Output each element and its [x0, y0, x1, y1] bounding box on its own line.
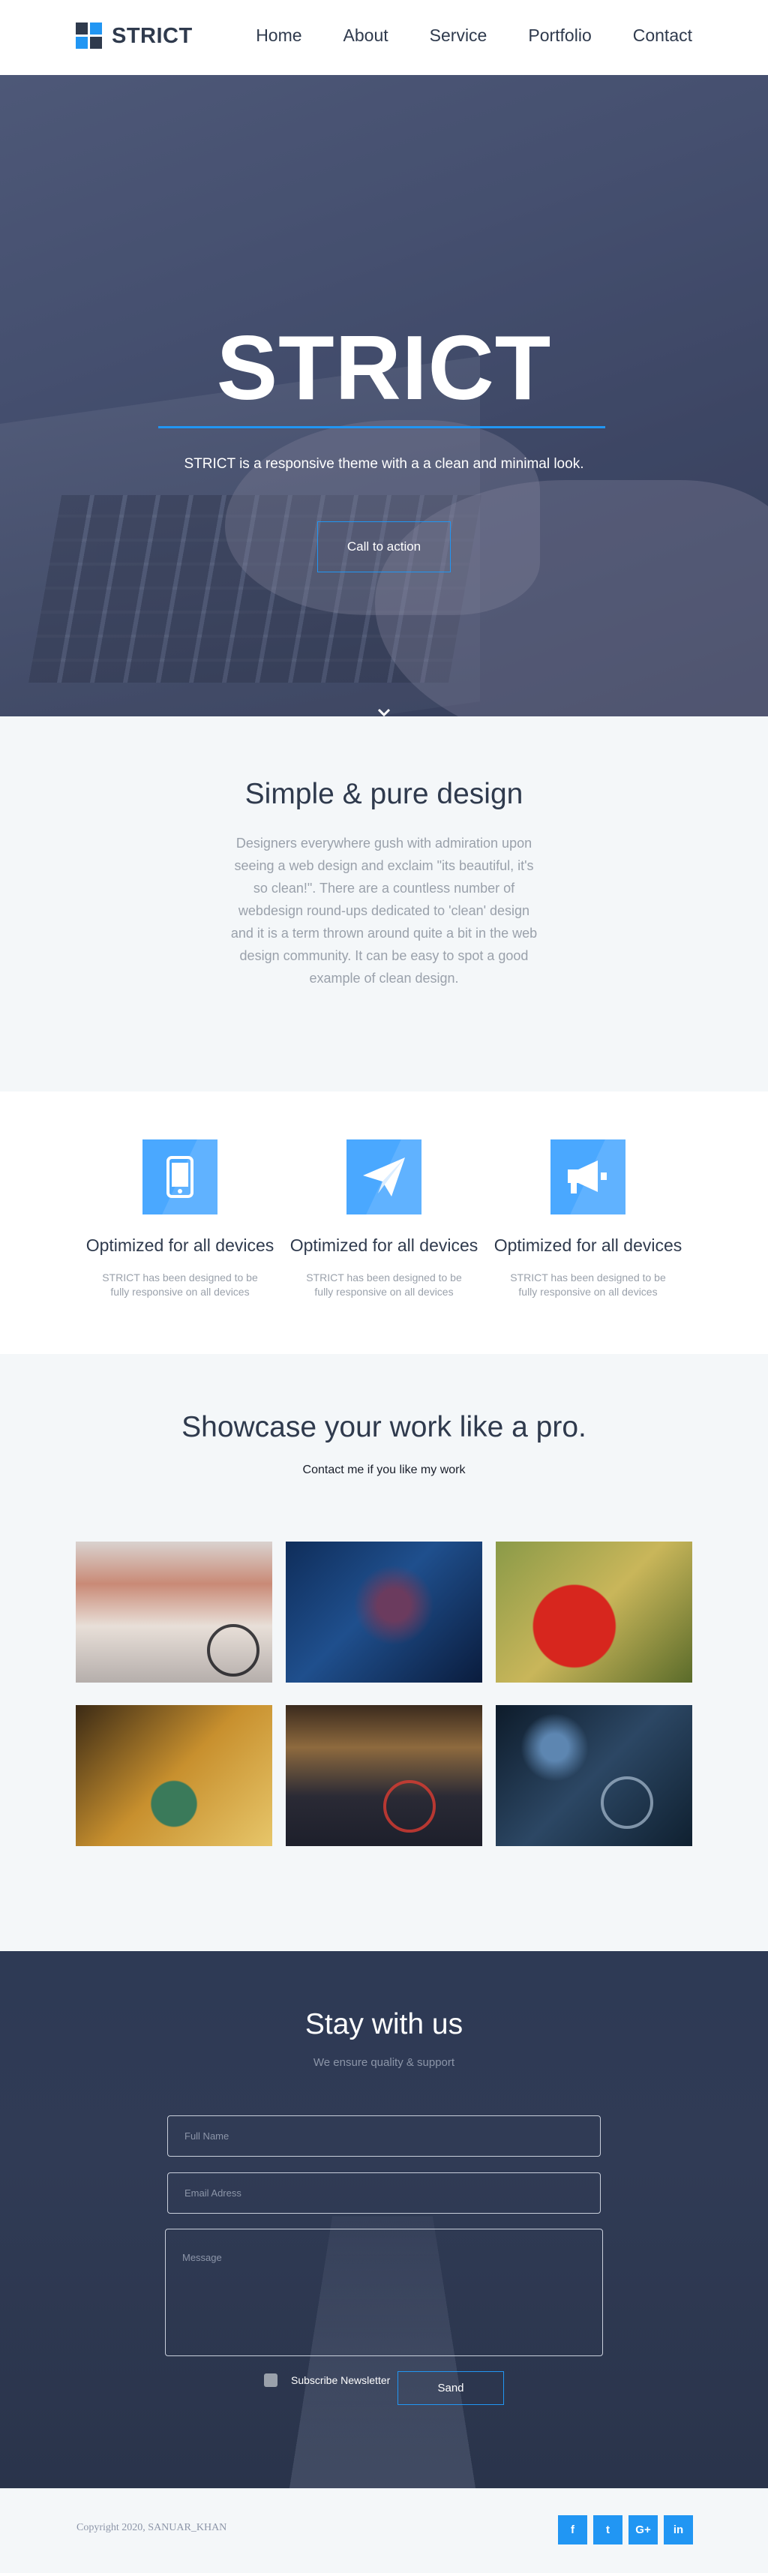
- copyright-text: Copyright 2020, SANUAR_KHAN: [76, 2522, 227, 2533]
- nav-contact[interactable]: Contact: [633, 26, 692, 46]
- hero-subtitle: STRICT is a responsive theme with a a cl…: [184, 456, 584, 472]
- nav-portfolio[interactable]: Portfolio: [528, 26, 591, 46]
- feature-card: Optimized for all devices STRICT has bee…: [282, 1139, 486, 1354]
- main-nav: Home About Service Portfolio Contact: [214, 26, 692, 46]
- feature-card: Optimized for all devices STRICT has bee…: [486, 1139, 690, 1354]
- contact-section: Stay with us We ensure quality & support…: [0, 1951, 768, 2488]
- facebook-icon[interactable]: f: [558, 2515, 587, 2544]
- hero-divider: [158, 426, 605, 428]
- call-to-action-button[interactable]: Call to action: [317, 521, 451, 572]
- portfolio-image-bicycle-street[interactable]: [76, 1542, 272, 1683]
- feature-title: Optimized for all devices: [290, 1235, 478, 1255]
- logo-text: STRICT: [112, 23, 193, 48]
- portfolio-image-bicycle-night[interactable]: [496, 1705, 692, 1846]
- intro-text: Designers everywhere gush with admiratio…: [230, 836, 538, 986]
- social-links: f t G+ in: [558, 2515, 693, 2544]
- intro-section: Simple & pure design Designers everywher…: [0, 716, 768, 1091]
- email-input[interactable]: Email Adress: [167, 2172, 601, 2214]
- portfolio-image-red-mug[interactable]: [496, 1542, 692, 1683]
- intro-title: Simple & pure design: [244, 778, 524, 810]
- twitter-icon[interactable]: t: [593, 2515, 622, 2544]
- portfolio-image-red-bicycle[interactable]: [286, 1705, 482, 1846]
- portfolio-image-woman-neon[interactable]: [286, 1542, 482, 1683]
- nav-home[interactable]: Home: [256, 26, 302, 46]
- site-header: STRICT Home About Service Portfolio Cont…: [0, 0, 768, 75]
- linkedin-icon[interactable]: in: [664, 2515, 693, 2544]
- message-textarea[interactable]: Message: [165, 2229, 603, 2356]
- feature-card: Optimized for all devices STRICT has bee…: [78, 1139, 282, 1354]
- subscribe-row: Subscribe Newsletter: [264, 2373, 390, 2387]
- portfolio-image-green-cup[interactable]: [76, 1705, 272, 1846]
- logo[interactable]: STRICT: [76, 23, 193, 50]
- feature-title: Optimized for all devices: [86, 1235, 274, 1255]
- paper-plane-icon: [346, 1139, 422, 1214]
- feature-text: STRICT has been designed to be fully res…: [306, 1271, 462, 1298]
- showcase-subtitle: Contact me if you like my work: [302, 1464, 466, 1476]
- showcase-section: Showcase your work like a pro. Contact m…: [0, 1354, 768, 1951]
- portfolio-grid: [76, 1542, 692, 1846]
- chevron-down-icon[interactable]: [375, 704, 393, 716]
- send-button[interactable]: Sand: [398, 2371, 504, 2405]
- subscribe-checkbox[interactable]: [264, 2373, 278, 2387]
- hero-section: STRICT STRICT is a responsive theme with…: [0, 75, 768, 716]
- subscribe-label: Subscribe Newsletter: [291, 2374, 391, 2386]
- showcase-title: Showcase your work like a pro.: [182, 1411, 586, 1443]
- full-name-input[interactable]: Full Name: [167, 2115, 601, 2157]
- feature-text: STRICT has been designed to be fully res…: [102, 1271, 258, 1298]
- hero-title: STRICT: [216, 317, 552, 419]
- site-footer: Copyright 2020, SANUAR_KHAN f t G+ in: [0, 2488, 768, 2573]
- megaphone-icon: [550, 1139, 626, 1214]
- contact-title: Stay with us: [304, 2008, 464, 2040]
- nav-service[interactable]: Service: [430, 26, 488, 46]
- features-section: Optimized for all devices STRICT has bee…: [0, 1091, 768, 1354]
- nav-about[interactable]: About: [344, 26, 388, 46]
- contact-subtitle: We ensure quality & support: [313, 2056, 455, 2069]
- mobile-icon: [142, 1139, 218, 1214]
- logo-mark-icon: [76, 23, 103, 50]
- google-plus-icon[interactable]: G+: [628, 2515, 658, 2544]
- feature-text: STRICT has been designed to be fully res…: [510, 1271, 666, 1298]
- feature-title: Optimized for all devices: [494, 1235, 682, 1255]
